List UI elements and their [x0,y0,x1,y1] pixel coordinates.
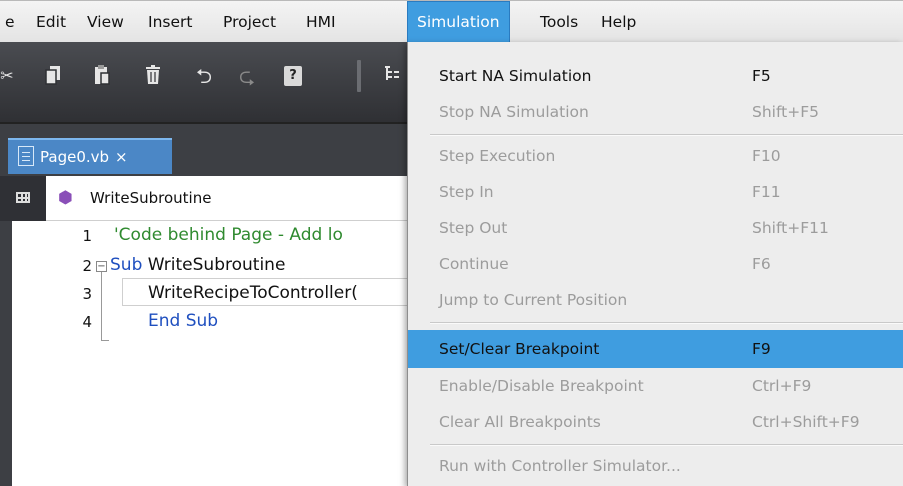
menu-item-step-execution: Step Execution F10 [408,138,903,174]
keyword: End Sub [148,311,219,331]
line-number: 2 [82,257,92,275]
menu-edit[interactable]: Edit [27,1,75,43]
paste-icon[interactable] [91,64,113,88]
tab-label: Page0.vb [40,148,110,166]
menu-item-label: Continue [439,255,509,273]
tab-page0-vb[interactable]: Page0.vb × [8,138,172,174]
menu-file-partial[interactable]: e [0,1,24,43]
document-icon [18,145,34,166]
menu-hmi[interactable]: HMI [297,1,345,43]
menu-item-label: Start NA Simulation [439,67,592,85]
document-tab-strip: Page0.vb × [0,124,410,176]
line-number: 4 [82,313,92,331]
code-text: Sub WriteSubroutine [110,255,285,275]
menu-item-shortcut: Ctrl+Shift+F9 [752,413,860,431]
line-number: 3 [82,285,92,303]
code-editor[interactable]: 1 'Code behind Page - Add lo 2 − Sub Wri… [0,221,410,486]
toolbar: ✂ ⮌ ⮎ ? [0,42,410,124]
procedure-dropdown[interactable]: WriteSubroutine [90,176,211,221]
menu-item-label: Enable/Disable Breakpoint [439,377,644,395]
toolbar-separator [357,60,361,92]
menu-help[interactable]: Help [592,1,645,43]
menu-item-shortcut: F5 [752,67,771,85]
line-number: 1 [82,227,92,245]
help-icon[interactable]: ? [284,66,302,86]
menu-project[interactable]: Project [214,1,285,43]
menu-item-label: Stop NA Simulation [439,103,589,121]
menu-item-step-in: Step In F11 [408,174,903,210]
menu-item-stop-na-simulation: Stop NA Simulation Shift+F5 [408,94,903,130]
menu-item-shortcut: F9 [752,340,771,358]
menu-item-shortcut: F6 [752,255,771,273]
undo-icon[interactable]: ⮌ [193,64,215,88]
menu-item-label: Run with Controller Simulator... [439,457,681,475]
menu-tools[interactable]: Tools [531,1,587,43]
menu-item-jump-to-current-position: Jump to Current Position [408,282,903,318]
menu-item-label: Step Execution [439,147,556,165]
keyword: Sub [110,255,143,275]
menu-item-clear-all-breakpoints: Clear All Breakpoints Ctrl+Shift+F9 [408,404,903,440]
menu-item-shortcut: F10 [752,147,781,165]
menu-item-label: Step In [439,183,494,201]
menu-separator [430,322,903,324]
code-text: WriteRecipeToController( [148,283,358,303]
menu-item-run-with-controller-simulator: Run with Controller Simulator... [408,448,903,484]
menu-simulation[interactable]: Simulation [407,1,510,43]
menu-item-enable-disable-breakpoint: Enable/Disable Breakpoint Ctrl+F9 [408,368,903,404]
collapse-toggle[interactable]: − [96,261,107,272]
menu-separator [430,444,903,446]
menu-separator [430,134,903,136]
menu-item-shortcut: Ctrl+F9 [752,377,812,395]
members-grid-icon[interactable] [0,176,46,221]
menu-item-continue: Continue F6 [408,246,903,282]
code-line[interactable]: 2 − Sub WriteSubroutine [0,255,410,279]
fold-guide-end [101,340,109,341]
menu-bar: e Edit View Insert Project HMI Simulatio… [0,0,903,43]
outline-icon[interactable] [381,64,403,88]
simulation-menu-dropdown: Start NA Simulation F5 Stop NA Simulatio… [407,42,903,486]
menu-item-shortcut: F11 [752,183,781,201]
menu-item-step-out: Step Out Shift+F11 [408,210,903,246]
menu-insert[interactable]: Insert [139,1,201,43]
delete-icon[interactable] [142,64,164,88]
menu-item-label: Jump to Current Position [439,291,628,309]
close-icon[interactable]: × [115,148,128,166]
menu-item-shortcut: Shift+F5 [752,103,819,121]
copy-icon[interactable] [42,64,64,88]
menu-item-start-na-simulation[interactable]: Start NA Simulation F5 [408,58,903,94]
procedure-navigation-bar: ⬢ WriteSubroutine [0,176,410,221]
menu-item-label: Step Out [439,219,508,237]
menu-item-label: Clear All Breakpoints [439,413,601,431]
menu-view[interactable]: View [78,1,133,43]
code-comment: 'Code behind Page - Add lo [114,225,343,245]
code-identifier: WriteSubroutine [142,255,286,275]
menu-item-label: Set/Clear Breakpoint [439,340,600,358]
redo-icon: ⮎ [238,64,256,88]
cut-icon[interactable]: ✂ [0,64,18,88]
menu-item-set-clear-breakpoint[interactable]: Set/Clear Breakpoint F9 [408,330,903,368]
menu-item-shortcut: Shift+F11 [752,219,829,237]
method-cube-icon: ⬢ [58,188,73,208]
